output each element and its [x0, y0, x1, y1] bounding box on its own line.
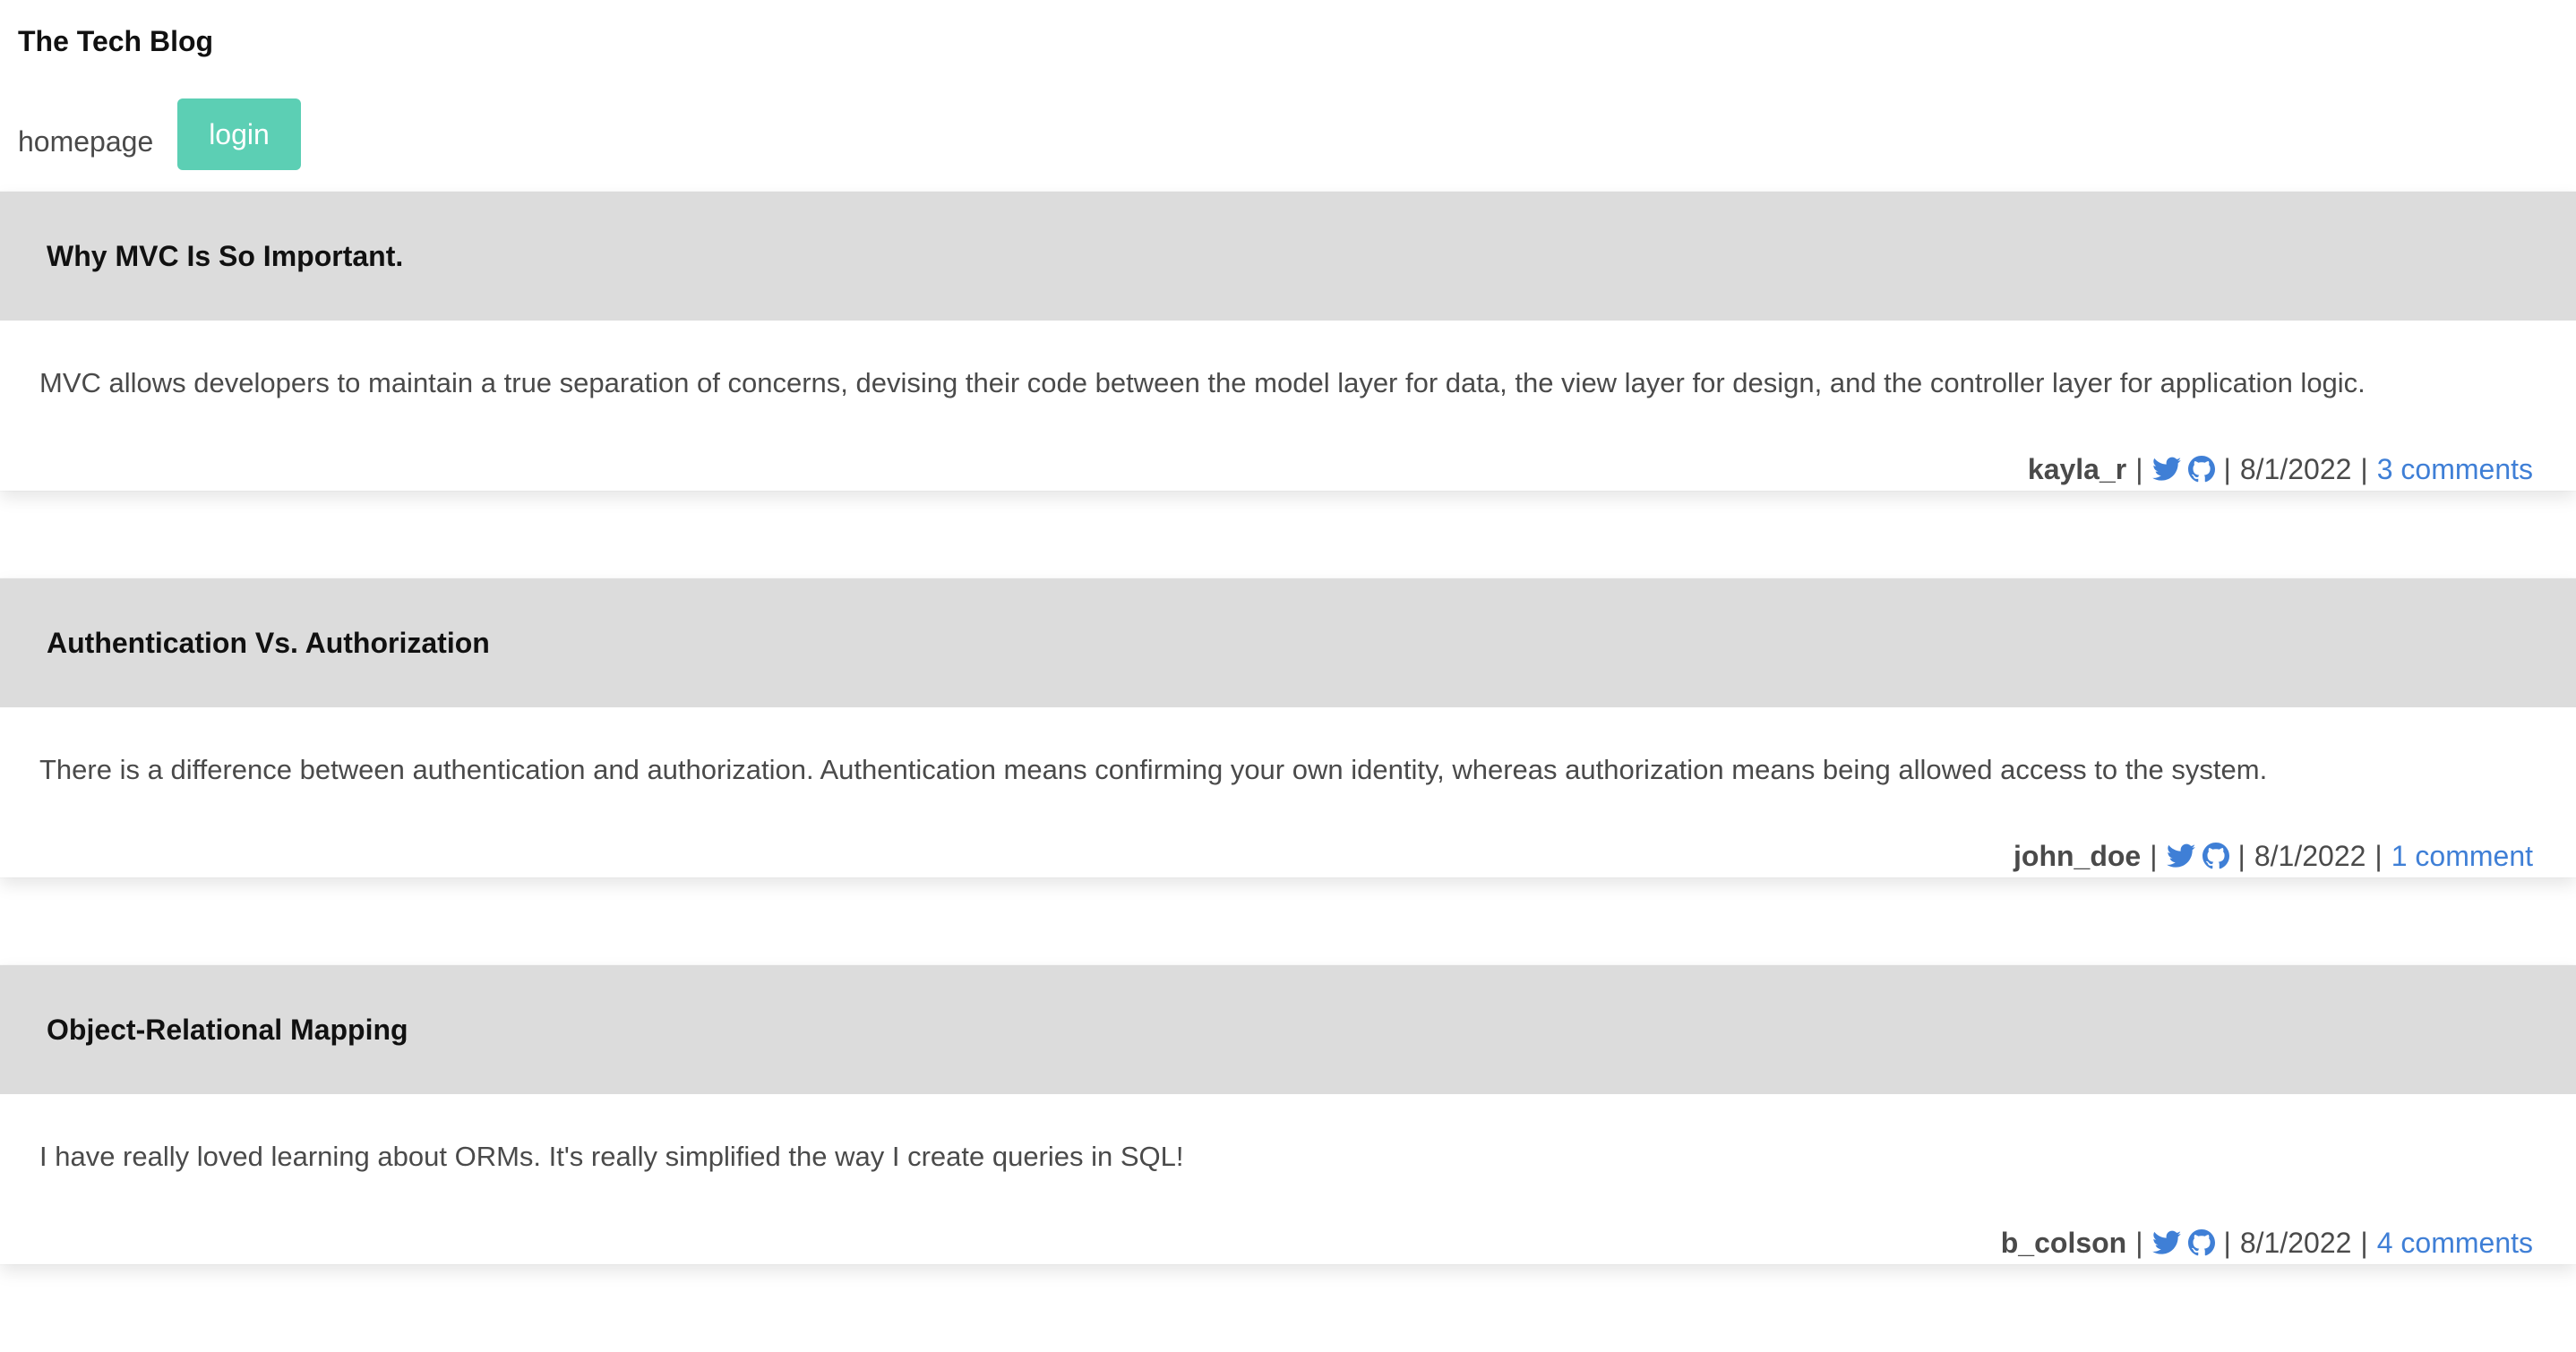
twitter-icon[interactable]	[2151, 1230, 2181, 1255]
twitter-icon[interactable]	[2166, 843, 2195, 869]
comments-link[interactable]: 3 comments	[2377, 451, 2533, 487]
post-card: Why MVC Is So Important. MVC allows deve…	[0, 192, 2576, 491]
post-author: b_colson	[2000, 1227, 2127, 1259]
post-date: 8/1/2022	[2239, 1227, 2352, 1259]
post-date: 8/1/2022	[2254, 840, 2366, 872]
login-button[interactable]: login	[177, 98, 301, 170]
github-icon[interactable]	[2187, 1229, 2215, 1256]
post-author: kayla_r	[2027, 453, 2127, 485]
separator: |	[2135, 453, 2143, 485]
post-header: Object-Relational Mapping	[0, 965, 2576, 1094]
separator: |	[2223, 453, 2231, 485]
post-content: I have really loved learning about ORMs.…	[39, 1141, 1184, 1172]
post-header: Authentication Vs. Authorization	[0, 578, 2576, 707]
post-title[interactable]: Why MVC Is So Important.	[47, 238, 403, 274]
post-list: Why MVC Is So Important. MVC allows deve…	[0, 192, 2576, 1352]
comments-link[interactable]: 1 comment	[2391, 838, 2533, 874]
post-author: john_doe	[2014, 840, 2142, 872]
twitter-icon[interactable]	[2151, 457, 2181, 482]
post-title[interactable]: Authentication Vs. Authorization	[47, 625, 490, 661]
separator: |	[2135, 1227, 2143, 1259]
site-title: The Tech Blog	[18, 25, 214, 57]
post-header: Why MVC Is So Important.	[0, 192, 2576, 321]
post-meta: kayla_r | | 8/1/2022 | 3 comments	[2028, 451, 2533, 487]
post-meta: john_doe | | 8/1/2022 | 1 comment	[2014, 838, 2533, 874]
separator: |	[2237, 840, 2245, 872]
separator: |	[2360, 453, 2368, 485]
github-icon[interactable]	[2187, 456, 2215, 483]
post-card: Authentication Vs. Authorization There i…	[0, 578, 2576, 877]
post-content: MVC allows developers to maintain a true…	[39, 367, 2366, 398]
github-icon[interactable]	[2202, 843, 2229, 869]
post-content: There is a difference between authentica…	[39, 754, 2268, 785]
separator: |	[2150, 840, 2158, 872]
homepage-link[interactable]: homepage	[18, 124, 153, 159]
post-card: Object-Relational Mapping I have really …	[0, 965, 2576, 1264]
separator: |	[2374, 840, 2383, 872]
site-header: The Tech Blog homepage login	[0, 0, 2576, 192]
separator: |	[2360, 1227, 2368, 1259]
post-meta: b_colson | | 8/1/2022 | 4 comments	[2001, 1225, 2533, 1261]
comments-link[interactable]: 4 comments	[2377, 1225, 2533, 1261]
post-title[interactable]: Object-Relational Mapping	[47, 1012, 408, 1048]
separator: |	[2223, 1227, 2231, 1259]
post-date: 8/1/2022	[2239, 453, 2352, 485]
